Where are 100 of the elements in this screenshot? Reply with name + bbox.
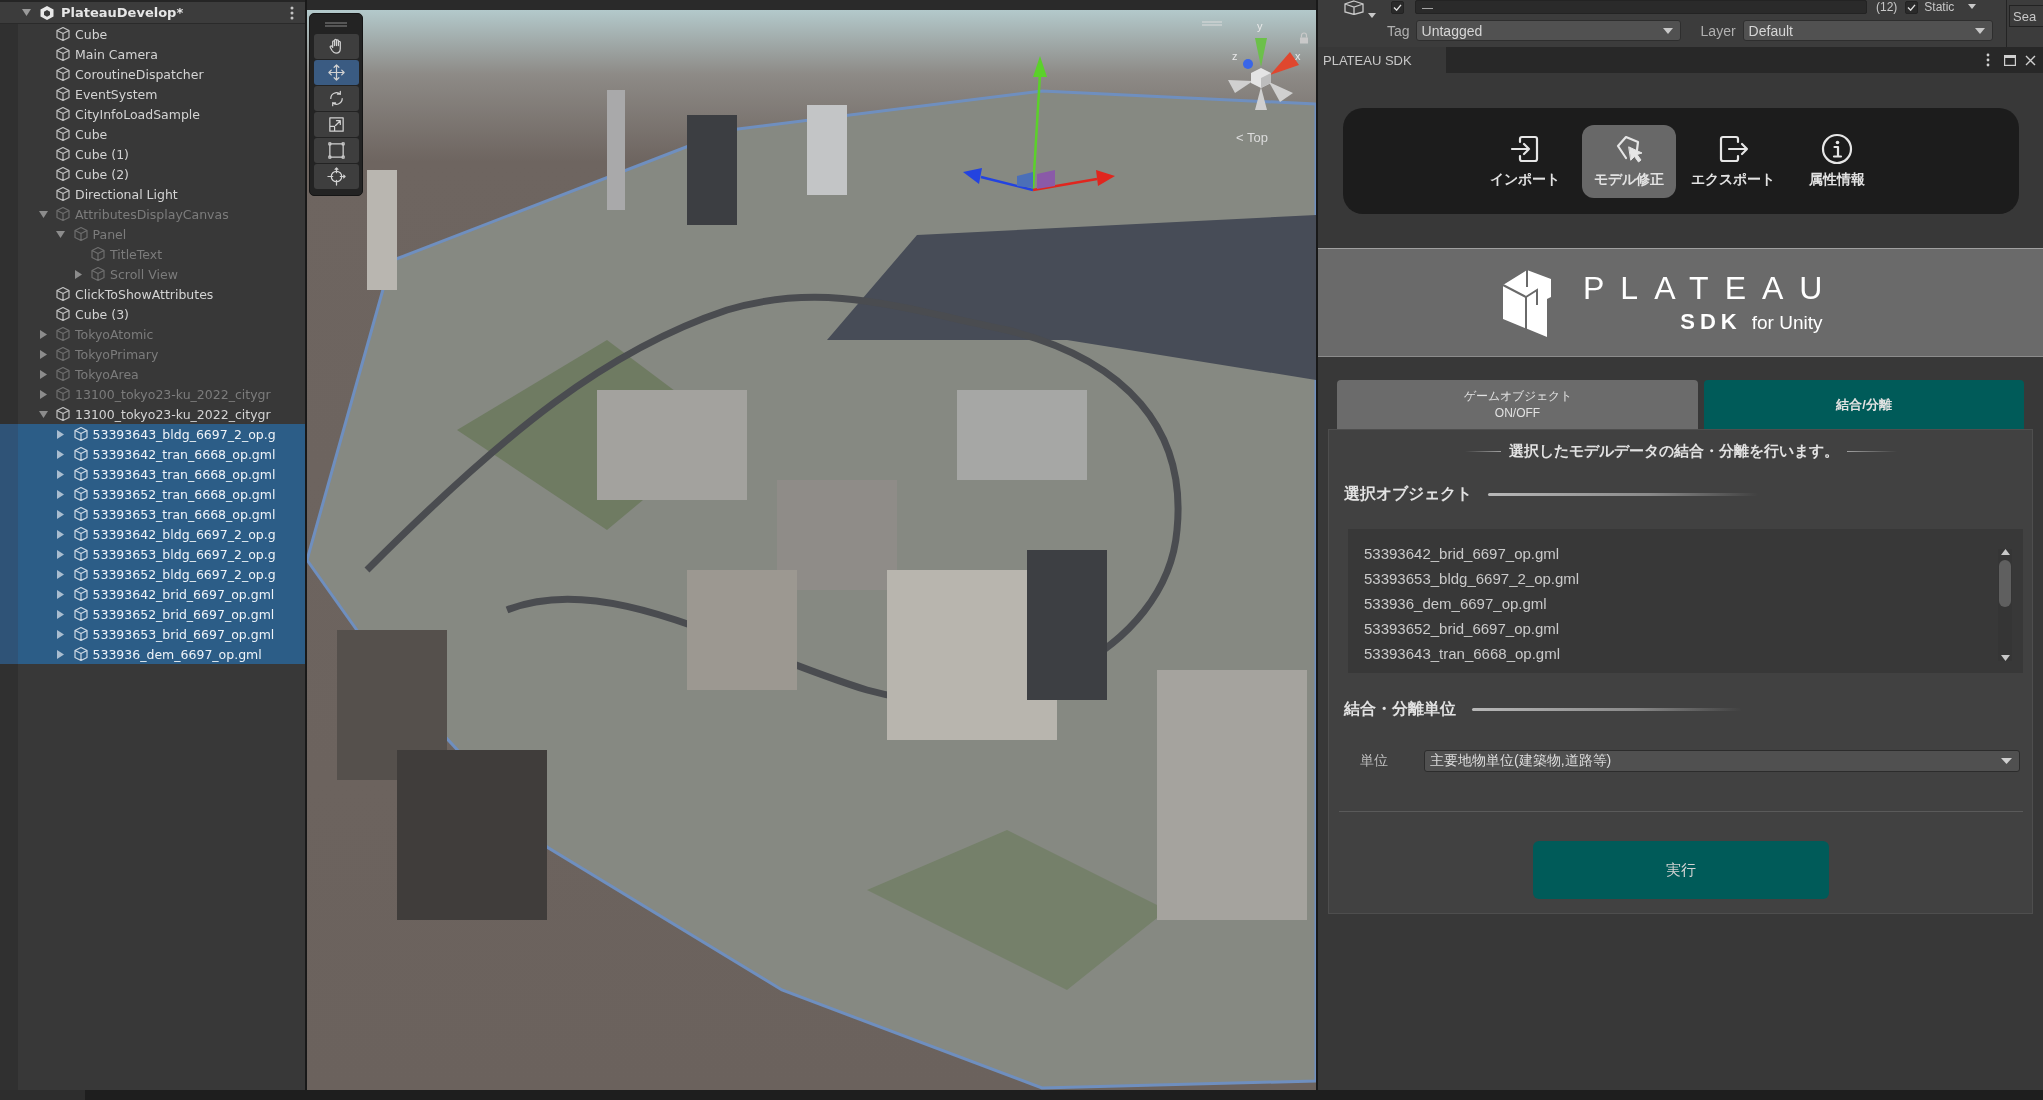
checkbox[interactable]	[1905, 1, 1919, 14]
tool-button[interactable]	[313, 112, 359, 137]
hierarchy-item[interactable]: 53393653_tran_6668_op.gml	[0, 504, 305, 524]
caret-right-icon[interactable]	[56, 649, 65, 659]
cube-icon	[55, 306, 71, 322]
caret-right-icon[interactable]	[56, 629, 65, 639]
caret-down-icon[interactable]	[56, 229, 65, 239]
caret-right-icon[interactable]	[56, 489, 65, 499]
caret-down-icon	[1662, 27, 1673, 34]
hierarchy-item[interactable]: Cube	[0, 124, 305, 144]
caret-right-icon[interactable]	[38, 389, 48, 399]
tool-button[interactable]	[313, 34, 359, 59]
cube-icon	[55, 46, 71, 62]
caret-right-icon[interactable]	[38, 369, 48, 379]
hierarchy-item[interactable]: 53393642_bldg_6697_2_op.g	[0, 524, 305, 544]
caret-right-icon[interactable]	[56, 549, 65, 559]
static-label: Static	[1924, 0, 1955, 14]
caret-right-icon[interactable]	[56, 609, 65, 619]
info-icon	[1821, 132, 1853, 165]
more-icon[interactable]	[1986, 53, 1990, 67]
run-button[interactable]: 実行	[1533, 841, 1829, 899]
cube-icon	[55, 326, 71, 342]
cube-icon	[55, 126, 71, 142]
caret-right-icon[interactable]	[56, 509, 65, 519]
caret-right-icon[interactable]	[38, 349, 48, 359]
hierarchy-item[interactable]: 53393652_tran_6668_op.gml	[0, 484, 305, 504]
toolbar-button[interactable]: インポート	[1478, 124, 1572, 198]
cube-icon[interactable]	[1343, 0, 1365, 15]
caret-right-icon[interactable]	[56, 589, 65, 599]
caret-right-icon[interactable]	[73, 269, 83, 279]
hierarchy-item[interactable]: Cube	[0, 24, 305, 44]
rect-tool-icon	[326, 141, 346, 160]
cube-icon	[72, 626, 89, 642]
hierarchy-item[interactable]: Cube (2)	[0, 164, 305, 184]
cube-icon	[55, 286, 71, 302]
hierarchy-item[interactable]: 13100_tokyo23-ku_2022_citygr	[0, 404, 305, 424]
caret-right-icon[interactable]	[56, 469, 65, 479]
hierarchy-item[interactable]: Directional Light	[0, 184, 305, 204]
hierarchy-item[interactable]: 53393652_brid_6697_op.gml	[0, 604, 305, 624]
hierarchy-item[interactable]: EventSystem	[0, 84, 305, 104]
hierarchy-item[interactable]: Cube (1)	[0, 144, 305, 164]
search-field[interactable]: Sea	[2009, 5, 2043, 27]
caret-right-icon[interactable]	[56, 529, 65, 539]
layer-dropdown[interactable]: Default	[1742, 20, 1993, 41]
caret-down-icon[interactable]	[38, 409, 48, 419]
cube-icon	[72, 226, 89, 242]
caret-down-icon[interactable]	[1368, 13, 1376, 18]
caret-down-icon[interactable]	[1968, 4, 1977, 9]
unit-dropdown[interactable]: 主要地物単位(建築物,道路等)	[1424, 750, 2020, 772]
cube-icon	[72, 446, 89, 462]
scrollbar-thumb[interactable]	[1999, 560, 2011, 607]
scroll-up-icon[interactable]	[2000, 549, 2010, 555]
window-tab[interactable]: PLATEAU SDK	[1318, 47, 1446, 73]
caret-down-icon	[1974, 27, 1985, 34]
caret-right-icon[interactable]	[56, 429, 65, 439]
caret-down-icon[interactable]	[38, 209, 48, 219]
hierarchy-item[interactable]: 53393642_brid_6697_op.gml	[0, 584, 305, 604]
tab[interactable]: 結合/分離	[1704, 380, 2024, 429]
hierarchy-item[interactable]: CoroutineDispatcher	[0, 64, 305, 84]
hierarchy-item[interactable]: 533936_dem_6697_op.gml	[0, 644, 305, 664]
name-field[interactable]: —	[1415, 0, 1867, 14]
hierarchy-item[interactable]: ClickToShowAttributes	[0, 284, 305, 304]
hierarchy-item[interactable]: 53393642_tran_6668_op.gml	[0, 444, 305, 464]
hierarchy-item[interactable]: 53393643_tran_6668_op.gml	[0, 464, 305, 484]
hierarchy-item[interactable]: 53393643_bldg_6697_2_op.g	[0, 424, 305, 444]
cube-icon	[72, 486, 89, 502]
scene-item[interactable]: PlateauDevelop*	[0, 0, 305, 24]
section-heading: 結合・分離単位	[1344, 698, 1456, 719]
logo-suffix: for Unity	[1751, 311, 1823, 334]
hierarchy-item[interactable]: 53393653_brid_6697_op.gml	[0, 624, 305, 644]
maximize-icon[interactable]	[2004, 54, 2016, 66]
more-icon[interactable]	[290, 5, 294, 20]
checkbox[interactable]	[1391, 1, 1404, 14]
hierarchy-item[interactable]: CityInfoLoadSample	[0, 104, 305, 124]
toolbar-button[interactable]: モデル修正	[1582, 124, 1676, 198]
hierarchy-item[interactable]: 53393652_bldg_6697_2_op.g	[0, 564, 305, 584]
tool-button[interactable]	[313, 86, 359, 111]
scroll-down-icon[interactable]	[2000, 655, 2010, 661]
tool-button[interactable]	[313, 164, 359, 189]
tool-button[interactable]	[313, 138, 359, 163]
list-item: 53393643_tran_6668_op.gml	[1364, 644, 1560, 664]
caret-right-icon[interactable]	[38, 329, 48, 339]
cube-icon	[55, 166, 71, 182]
hierarchy-item[interactable]: 53393653_bldg_6697_2_op.g	[0, 544, 305, 564]
section-heading: 選択オブジェクト	[1344, 483, 1472, 504]
toolbar-button[interactable]: エクスポート	[1686, 124, 1780, 198]
hierarchy-item[interactable]: Cube (3)	[0, 304, 305, 324]
cube-icon	[55, 106, 71, 122]
toolbar-button[interactable]: 属性情報	[1790, 124, 1884, 198]
tag-dropdown[interactable]: Untagged	[1415, 20, 1681, 41]
caret-right-icon[interactable]	[56, 449, 65, 459]
caret-down-icon[interactable]	[22, 8, 31, 17]
grip-icon[interactable]	[325, 22, 347, 27]
caret-right-icon[interactable]	[56, 569, 65, 579]
close-icon[interactable]	[2025, 54, 2036, 66]
tool-button[interactable]	[313, 60, 359, 85]
hierarchy-item[interactable]: Main Camera	[0, 44, 305, 64]
cube-icon	[55, 26, 71, 42]
tab[interactable]: ゲームオブジェクト ON/OFF	[1337, 380, 1698, 429]
list-item: 53393652_brid_6697_op.gml	[1364, 619, 1560, 639]
